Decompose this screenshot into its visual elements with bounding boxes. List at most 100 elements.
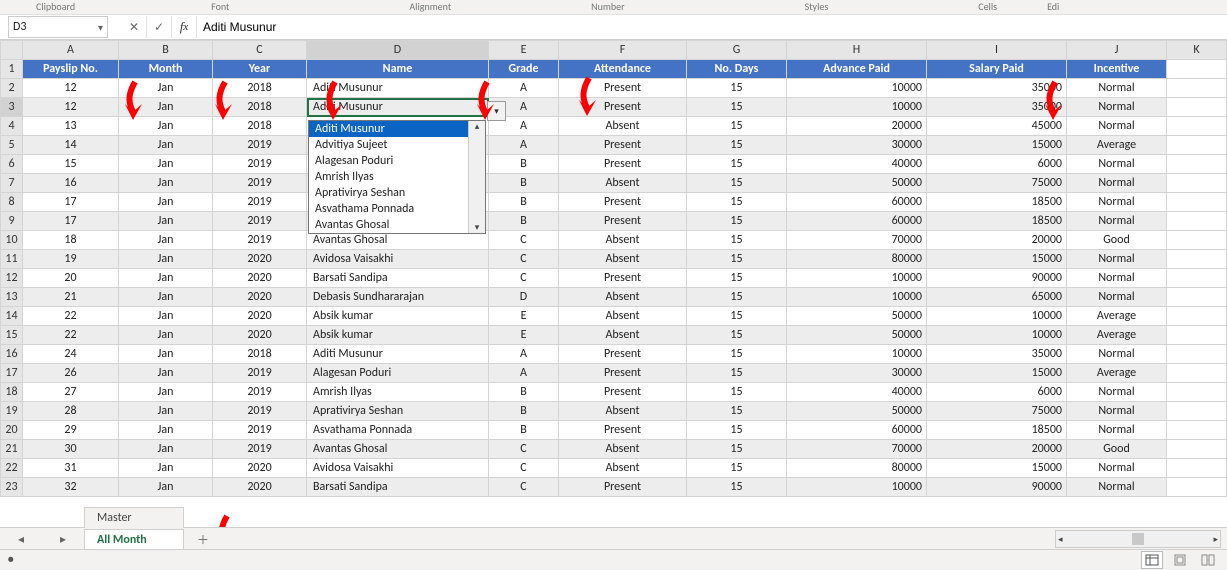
cell[interactable]: 2020 bbox=[213, 269, 307, 288]
sheet-nav[interactable]: ◂ ▸ bbox=[0, 532, 84, 547]
cell[interactable]: 15 bbox=[687, 98, 787, 117]
cell[interactable]: 26 bbox=[23, 364, 119, 383]
cell[interactable]: 15 bbox=[687, 307, 787, 326]
cell[interactable]: Normal bbox=[1067, 478, 1167, 497]
cell[interactable]: 60000 bbox=[787, 193, 927, 212]
cell[interactable]: E bbox=[489, 307, 559, 326]
cell[interactable]: Normal bbox=[1067, 383, 1167, 402]
cell[interactable]: B bbox=[489, 421, 559, 440]
cell[interactable]: 2019 bbox=[213, 231, 307, 250]
cell[interactable]: 65000 bbox=[927, 288, 1067, 307]
cell[interactable]: 60000 bbox=[787, 421, 927, 440]
cell[interactable]: 50000 bbox=[787, 174, 927, 193]
cell[interactable]: Jan bbox=[119, 155, 213, 174]
column-header-C[interactable]: C bbox=[213, 41, 307, 60]
cell[interactable]: 15 bbox=[23, 155, 119, 174]
cell[interactable]: Average bbox=[1067, 136, 1167, 155]
cell[interactable]: 12 bbox=[23, 98, 119, 117]
cell[interactable]: Avantas Ghosal bbox=[307, 440, 489, 459]
cell[interactable]: Avidosa Vaisakhi bbox=[307, 459, 489, 478]
cell[interactable]: 2020 bbox=[213, 478, 307, 497]
dropdown-option[interactable]: Asvathama Ponnada bbox=[309, 201, 485, 217]
row-header[interactable]: 8 bbox=[1, 193, 23, 212]
cell[interactable]: B bbox=[489, 402, 559, 421]
cell[interactable]: Jan bbox=[119, 440, 213, 459]
cell[interactable]: Present bbox=[559, 345, 687, 364]
cell[interactable]: 45000 bbox=[927, 117, 1067, 136]
cell[interactable]: 24 bbox=[23, 345, 119, 364]
dropdown-option[interactable]: Advitiya Sujeet bbox=[309, 137, 485, 153]
column-header-B[interactable]: B bbox=[119, 41, 213, 60]
cell[interactable]: Present bbox=[559, 421, 687, 440]
cell[interactable]: 17 bbox=[23, 193, 119, 212]
cell[interactable]: 15 bbox=[687, 212, 787, 231]
cell[interactable]: 10000 bbox=[927, 326, 1067, 345]
cell[interactable]: 20000 bbox=[787, 117, 927, 136]
cell[interactable]: 2019 bbox=[213, 402, 307, 421]
cell[interactable]: Good bbox=[1067, 440, 1167, 459]
cell[interactable]: 15 bbox=[687, 383, 787, 402]
cell[interactable]: 12 bbox=[23, 79, 119, 98]
cell[interactable]: 75000 bbox=[927, 402, 1067, 421]
cell[interactable]: E bbox=[489, 326, 559, 345]
cell[interactable]: Good bbox=[1067, 231, 1167, 250]
cell[interactable]: B bbox=[489, 193, 559, 212]
cell[interactable]: 6000 bbox=[927, 155, 1067, 174]
cell[interactable]: Normal bbox=[1067, 98, 1167, 117]
cell[interactable]: 15 bbox=[687, 250, 787, 269]
cell[interactable]: Normal bbox=[1067, 174, 1167, 193]
cell[interactable]: C bbox=[489, 459, 559, 478]
cell[interactable]: 13 bbox=[23, 117, 119, 136]
cell[interactable]: C bbox=[489, 231, 559, 250]
row-header[interactable]: 22 bbox=[1, 459, 23, 478]
cell[interactable] bbox=[1167, 60, 1227, 79]
cell[interactable]: A bbox=[489, 136, 559, 155]
cell[interactable]: 2019 bbox=[213, 421, 307, 440]
cell[interactable]: 10000 bbox=[787, 478, 927, 497]
page-layout-view-button[interactable] bbox=[1169, 551, 1191, 569]
cell[interactable]: 70000 bbox=[787, 440, 927, 459]
cell[interactable]: 22 bbox=[23, 307, 119, 326]
cell[interactable]: Present bbox=[559, 364, 687, 383]
cell[interactable]: Normal bbox=[1067, 459, 1167, 478]
cell[interactable]: 21 bbox=[23, 288, 119, 307]
column-header-G[interactable]: G bbox=[687, 41, 787, 60]
cell[interactable]: 2020 bbox=[213, 307, 307, 326]
cell[interactable] bbox=[1167, 193, 1227, 212]
table-header-cell[interactable]: Year bbox=[213, 60, 307, 79]
cell[interactable]: 2018 bbox=[213, 345, 307, 364]
row-header[interactable]: 3 bbox=[1, 98, 23, 117]
cell[interactable]: Average bbox=[1067, 326, 1167, 345]
cell[interactable]: Aprativirya Seshan bbox=[307, 402, 489, 421]
dropdown-option[interactable]: Aditi Musunur bbox=[309, 121, 485, 137]
row-header[interactable]: 21 bbox=[1, 440, 23, 459]
cell[interactable]: 15 bbox=[687, 345, 787, 364]
column-header-J[interactable]: J bbox=[1067, 41, 1167, 60]
cell[interactable]: Jan bbox=[119, 79, 213, 98]
column-header-D[interactable]: D bbox=[307, 41, 489, 60]
table-header-cell[interactable]: Attendance bbox=[559, 60, 687, 79]
cell[interactable]: Jan bbox=[119, 345, 213, 364]
cell[interactable]: Normal bbox=[1067, 193, 1167, 212]
formula-input[interactable] bbox=[197, 15, 1227, 39]
cell[interactable]: Normal bbox=[1067, 117, 1167, 136]
row-header[interactable]: 6 bbox=[1, 155, 23, 174]
cell[interactable]: 27 bbox=[23, 383, 119, 402]
cell[interactable] bbox=[1167, 98, 1227, 117]
table-header-cell[interactable]: Incentive bbox=[1067, 60, 1167, 79]
cell[interactable]: 15000 bbox=[927, 250, 1067, 269]
cell[interactable]: 15 bbox=[687, 79, 787, 98]
cell[interactable]: Alagesan Poduri bbox=[307, 364, 489, 383]
cell[interactable]: Amrish Ilyas bbox=[307, 383, 489, 402]
row-header[interactable]: 18 bbox=[1, 383, 23, 402]
cell[interactable]: Normal bbox=[1067, 79, 1167, 98]
cell[interactable]: C bbox=[489, 269, 559, 288]
cell[interactable]: 2019 bbox=[213, 136, 307, 155]
table-header-cell[interactable]: Advance Paid bbox=[787, 60, 927, 79]
cell[interactable]: A bbox=[489, 345, 559, 364]
cell[interactable]: Absent bbox=[559, 231, 687, 250]
cell[interactable]: 15 bbox=[687, 155, 787, 174]
cell[interactable]: C bbox=[489, 440, 559, 459]
cell[interactable]: Normal bbox=[1067, 402, 1167, 421]
cell[interactable]: 2018 bbox=[213, 98, 307, 117]
